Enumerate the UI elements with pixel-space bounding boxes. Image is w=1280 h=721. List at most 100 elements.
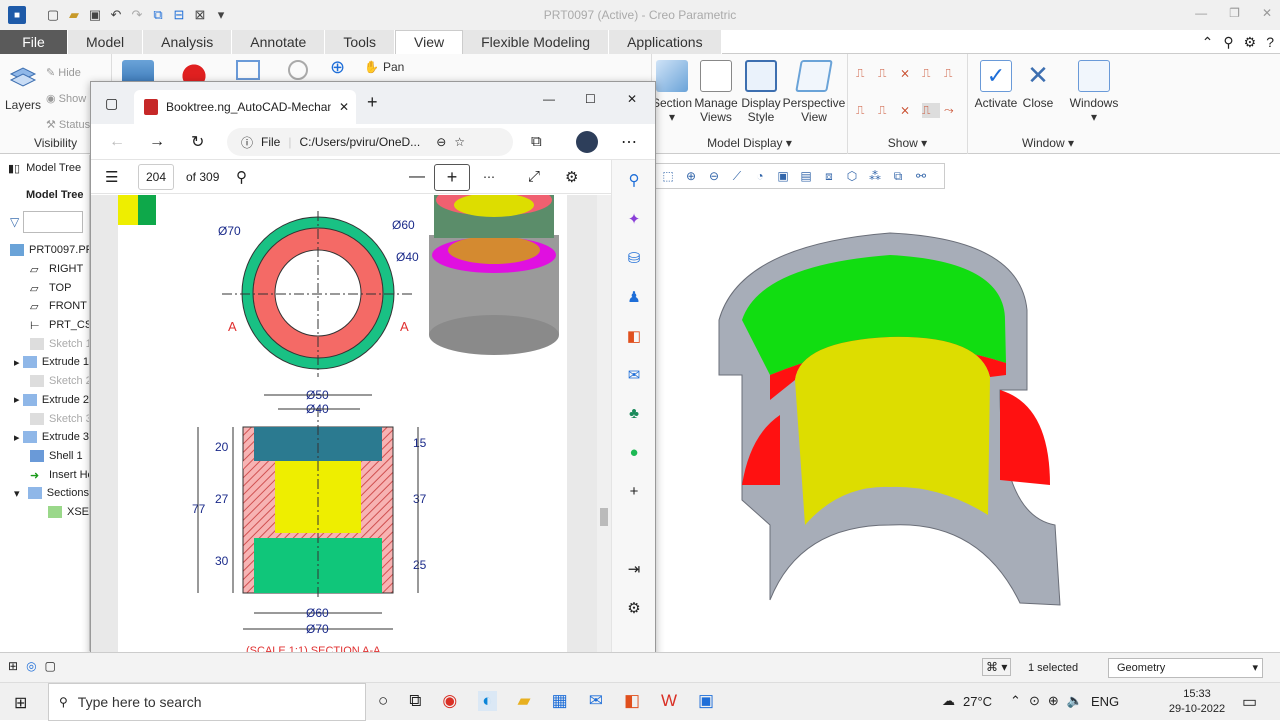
tree-item-csys[interactable]: ⊢PRT_CSYS: [0, 316, 89, 335]
view-manager-icon[interactable]: ▤: [798, 168, 814, 184]
sidebar-copilot-icon[interactable]: ✦: [612, 199, 656, 238]
perspective-icon[interactable]: ⧈: [821, 168, 837, 184]
profile-avatar[interactable]: [576, 130, 598, 153]
tree-item-extrude[interactable]: ▸ Extrude 1: [0, 353, 89, 372]
tree-item-shell[interactable]: Shell 1: [0, 447, 89, 466]
tab-close-icon[interactable]: ✕: [339, 100, 349, 114]
sidebar-add-icon[interactable]: +: [612, 472, 656, 511]
store-icon[interactable]: ▦: [552, 691, 568, 711]
expand-arrow-icon[interactable]: ▸: [14, 356, 23, 369]
plane-display-icon[interactable]: ⎍: [856, 66, 874, 81]
tab-model[interactable]: Model: [68, 29, 144, 54]
zoom-in-button[interactable]: +: [434, 164, 470, 191]
pdf-viewport[interactable]: Ø70 Ø60 Ø40 A A Ø50 Ø40 20 27 30 77 15 3…: [91, 195, 611, 661]
tab-analysis[interactable]: Analysis: [143, 29, 233, 54]
expand-arrow-icon[interactable]: ▸: [14, 431, 23, 444]
refit-icon[interactable]: ⬚: [660, 168, 676, 184]
more-options-icon[interactable]: ⋯: [621, 132, 637, 152]
browser-tab[interactable]: Booktree.ng_AutoCAD-Mechanical ✕: [134, 90, 356, 124]
office-icon[interactable]: ◧: [624, 691, 640, 711]
fullscreen-icon[interactable]: ⤢: [528, 168, 540, 185]
pdf-settings-icon[interactable]: ⚙: [565, 168, 578, 186]
zoom-out-icon[interactable]: —: [409, 168, 425, 186]
settings-icon[interactable]: ⚙: [1244, 34, 1257, 51]
open-folder-icon[interactable]: ▰: [65, 6, 83, 24]
cortana-icon[interactable]: ○: [378, 691, 388, 711]
undo-icon[interactable]: ↶: [107, 6, 125, 24]
zoom-in-button[interactable]: ⊕: [330, 58, 345, 76]
pdf-scroll-thumb[interactable]: [600, 508, 608, 526]
refresh-icon[interactable]: ↻: [191, 132, 204, 152]
orient-button[interactable]: [288, 60, 308, 80]
forward-icon[interactable]: →: [149, 133, 165, 151]
tab-file[interactable]: File: [0, 29, 68, 54]
language[interactable]: ENG: [1091, 694, 1119, 709]
section-view-icon[interactable]: ⬡: [844, 168, 860, 184]
model-tree-icon[interactable]: ▮▯: [8, 162, 20, 175]
tree-item-datum-plane[interactable]: ▱ TOP: [0, 278, 89, 297]
selection-filter-icon[interactable]: ⌘ ▾: [982, 658, 1012, 676]
edge-icon[interactable]: ◐: [478, 691, 497, 711]
annotation-display-icon[interactable]: ⧉: [890, 168, 906, 184]
page-number-input[interactable]: 204: [138, 164, 174, 190]
tree-item-sketch[interactable]: Sketch 1: [0, 334, 89, 353]
tab-view[interactable]: View: [395, 29, 464, 54]
perspective-view-button[interactable]: Perspective View: [783, 60, 845, 124]
layers-button[interactable]: Layers: [5, 62, 41, 112]
plane-tag-icon[interactable]: ⎍: [856, 103, 874, 118]
favorite-icon[interactable]: ☆: [454, 135, 465, 149]
tree-search-input[interactable]: [23, 211, 84, 233]
back-icon[interactable]: ←: [109, 133, 125, 151]
activate-button[interactable]: ✓ Activate: [975, 60, 1017, 110]
windows-icon[interactable]: ⊟: [170, 6, 188, 24]
start-icon[interactable]: ⊞: [14, 693, 27, 713]
csys-display-icon[interactable]: ⎍: [922, 66, 940, 81]
collapse-arrow-icon[interactable]: ▾: [14, 487, 28, 500]
spin-center-icon[interactable]: ⚯: [913, 168, 929, 184]
tree-item-datum-plane[interactable]: ▱ FRONT: [0, 297, 89, 316]
redo-icon[interactable]: ↷: [128, 6, 146, 24]
saved-orientations-icon[interactable]: ▣: [775, 168, 791, 184]
sidebar-office-icon[interactable]: ◧: [612, 316, 656, 355]
close-window-button[interactable]: ✕ Close: [1018, 60, 1058, 110]
hide-button[interactable]: ✎ Hide: [46, 60, 90, 86]
browser-maximize-icon[interactable]: ☐: [585, 92, 596, 106]
selection-filter-dropdown[interactable]: Geometry ▾: [1108, 658, 1263, 678]
repaint-icon[interactable]: ⟋: [729, 168, 745, 184]
zoom-icon[interactable]: ⊖: [436, 135, 446, 149]
csys-tag-icon[interactable]: ⎍: [922, 103, 940, 118]
model-tree-tab[interactable]: Model Tree: [26, 162, 81, 174]
show-button[interactable]: ◉ Show: [46, 86, 90, 112]
axis-display-icon[interactable]: ⎍: [878, 66, 896, 81]
tree-item-sketch[interactable]: Sketch 3: [0, 409, 89, 428]
3d-section-model[interactable]: [700, 225, 1080, 615]
axis-tag-icon[interactable]: ⎍: [878, 103, 896, 118]
sidebar-outlook-icon[interactable]: ✉: [612, 355, 656, 394]
tree-item-insert-here[interactable]: ➜Insert Here: [0, 465, 89, 484]
sync-icon[interactable]: ⊙: [1029, 693, 1040, 709]
tree-item-xsec[interactable]: XSEC0001: [0, 503, 89, 522]
tree-item-part[interactable]: PRT0097.PRT: [0, 241, 89, 260]
zoom-in-icon[interactable]: ⊕: [683, 168, 699, 184]
tree-item-sections[interactable]: ▾ Sections: [0, 484, 89, 503]
search-icon[interactable]: ⚲: [1223, 34, 1233, 51]
fullscreen-toggle-icon[interactable]: ▢: [45, 659, 56, 673]
manage-views-button[interactable]: Manage Views: [694, 60, 738, 124]
browser-minimize-icon[interactable]: —: [543, 92, 555, 106]
restore-icon[interactable]: ❐: [1229, 6, 1240, 20]
contents-icon[interactable]: ☰: [105, 168, 118, 186]
sidebar-settings-icon[interactable]: ⚙: [612, 588, 656, 627]
save-icon[interactable]: ▣: [86, 6, 104, 24]
tab-tools[interactable]: Tools: [325, 29, 396, 54]
address-bar[interactable]: ⓘ File | C:/Users/pviru/OneD... ⊖ ☆: [227, 128, 513, 156]
tab-annotate[interactable]: Annotate: [232, 29, 326, 54]
notifications-icon[interactable]: ▭: [1242, 692, 1257, 712]
browser-close-icon[interactable]: ✕: [627, 92, 637, 106]
taskbar-search[interactable]: ⚲ Type here to search: [48, 683, 366, 721]
network-icon[interactable]: ⊕: [1048, 693, 1059, 709]
more-tools-icon[interactable]: ⋯: [483, 170, 495, 184]
collapse-ribbon-icon[interactable]: ⌃: [1202, 34, 1214, 51]
sidebar-spotify-icon[interactable]: ●: [612, 433, 656, 472]
pan-button[interactable]: ✋ Pan: [364, 60, 404, 74]
tab-flexible-modeling[interactable]: Flexible Modeling: [463, 29, 610, 54]
